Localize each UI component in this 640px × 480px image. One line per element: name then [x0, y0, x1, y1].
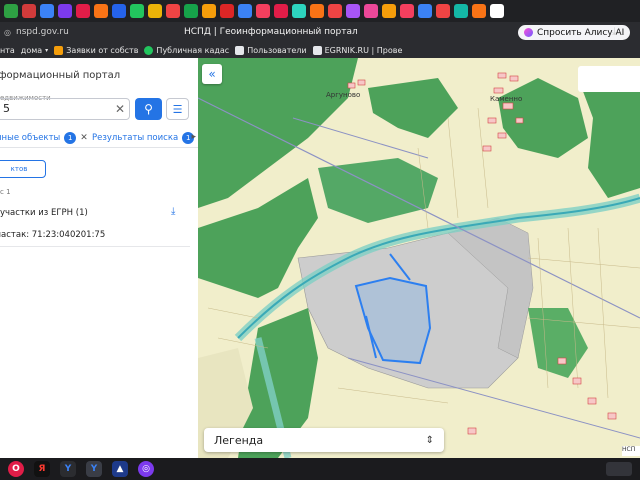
- bookmark-icon: [144, 45, 154, 55]
- tab-search-results[interactable]: Результаты поиска 1 ✕: [92, 132, 206, 144]
- download-icon[interactable]: ⤓: [171, 206, 175, 217]
- page-title: НСПД | Геоинформационный портал: [184, 27, 358, 37]
- chevron-updown-icon: ⇕: [425, 434, 434, 446]
- yandex-browser-icon[interactable]: Y: [60, 461, 76, 477]
- map-view[interactable]: « Аргуново Каменно Легенда ⇕ НСП: [198, 58, 640, 458]
- download-icon[interactable]: ⤓: [612, 25, 617, 39]
- forest-area: [498, 78, 588, 158]
- village-label: Каменно: [490, 95, 523, 103]
- tab-favicon[interactable]: [364, 4, 378, 18]
- lock-icon: ◎: [4, 27, 11, 37]
- double-chevron-left-icon: «: [208, 67, 216, 81]
- filter-button[interactable]: ☰: [166, 98, 189, 120]
- results-tabs: нные объекты 1 ✕ Результаты поиска 1 ✕ ▸: [0, 130, 206, 148]
- tab-favicon[interactable]: [148, 4, 162, 18]
- bookmark-icon: [54, 45, 64, 55]
- yandex-icon[interactable]: Я: [34, 461, 50, 477]
- tab-favicon-active[interactable]: [490, 4, 504, 18]
- photos-icon[interactable]: ▲: [112, 461, 128, 477]
- tab-favicon[interactable]: [454, 4, 468, 18]
- sidebar-panel: формационный портал едвижимости 5 ✕ ⚲ ☰ …: [0, 58, 206, 458]
- search-button[interactable]: ⚲: [135, 98, 162, 120]
- tab-label: Результаты поиска: [92, 133, 179, 143]
- tab-favicon[interactable]: [472, 4, 486, 18]
- address-bar[interactable]: ◎ nspd.gov.ru НСПД | Геоинформационный п…: [0, 22, 640, 42]
- clear-icon[interactable]: ✕: [115, 99, 125, 119]
- bookmark-item[interactable]: Заявки от собств: [54, 45, 138, 55]
- bookmark-item[interactable]: дома ▾: [21, 46, 48, 55]
- tab-favicon[interactable]: [112, 4, 126, 18]
- map-search-box[interactable]: [578, 66, 640, 92]
- search-value: 5: [3, 102, 10, 115]
- bookmark-item[interactable]: Пользователи: [235, 45, 307, 55]
- tab-favicon[interactable]: [130, 4, 144, 18]
- parcel-list-item[interactable]: частак: 71:23:040201:75: [0, 230, 105, 240]
- close-icon[interactable]: ✕: [80, 133, 88, 143]
- tab-favicon[interactable]: [76, 4, 90, 18]
- forest-area: [368, 78, 458, 138]
- browser-tab-strip: [0, 0, 640, 22]
- scale-label: НСП: [622, 446, 640, 456]
- tab-favicon[interactable]: [184, 4, 198, 18]
- yandex-browser-active-icon[interactable]: Y: [86, 461, 102, 477]
- tab-favicon[interactable]: [202, 4, 216, 18]
- village-label: Аргуново: [326, 91, 361, 99]
- tab-favicon[interactable]: [382, 4, 396, 18]
- tab-favicon[interactable]: [328, 4, 342, 18]
- portal-title: формационный портал: [0, 70, 121, 81]
- legend-dropdown[interactable]: Легенда ⇕: [204, 428, 444, 452]
- tab-favicon[interactable]: [40, 4, 54, 18]
- tab-selected-objects[interactable]: нные объекты 1 ✕: [0, 132, 88, 144]
- home-icon: [235, 45, 245, 55]
- tab-favicon[interactable]: [292, 4, 306, 18]
- tab-favicon[interactable]: [256, 4, 270, 18]
- tab-favicon[interactable]: [346, 4, 360, 18]
- forest-area: [318, 158, 438, 223]
- objects-button-label: ктов: [10, 165, 28, 173]
- egrnik-icon: [312, 45, 322, 55]
- opera-icon[interactable]: O: [8, 461, 24, 477]
- forest-area: [528, 308, 588, 378]
- tab-favicon[interactable]: [436, 4, 450, 18]
- messenger-icon[interactable]: ◎: [138, 461, 154, 477]
- objects-button[interactable]: ктов: [0, 160, 46, 178]
- parcels-heading[interactable]: участки из ЕГРН (1): [0, 208, 190, 218]
- chevron-right-icon[interactable]: ▸: [191, 132, 196, 142]
- tab-favicon[interactable]: [94, 4, 108, 18]
- map-canvas[interactable]: [198, 58, 640, 458]
- tab-favicon[interactable]: [274, 4, 288, 18]
- tab-favicon[interactable]: [400, 4, 414, 18]
- tab-favicon[interactable]: [238, 4, 252, 18]
- tab-favicon[interactable]: [4, 4, 18, 18]
- tab-favicon[interactable]: [22, 4, 36, 18]
- search-input[interactable]: 5 ✕: [0, 98, 130, 120]
- system-tray[interactable]: [606, 462, 632, 476]
- filter-icon: ☰: [172, 102, 183, 116]
- alice-icon: [524, 28, 533, 37]
- divider: [0, 246, 190, 247]
- url-text[interactable]: nspd.gov.ru: [16, 27, 69, 37]
- bookmark-item[interactable]: Публичная кадас: [144, 45, 229, 55]
- search-icon: ⚲: [144, 102, 153, 116]
- bookmark-item[interactable]: EGRNIK.RU | Прове: [312, 45, 402, 55]
- collapse-panel-button[interactable]: «: [202, 64, 222, 84]
- tab-favicon[interactable]: [58, 4, 72, 18]
- found-count: с 1: [0, 188, 11, 196]
- taskbar: O Я Y Y ▲ ◎: [0, 458, 640, 480]
- tab-favicon[interactable]: [166, 4, 180, 18]
- tab-label: нные объекты: [0, 133, 61, 143]
- tab-favicon[interactable]: [220, 4, 234, 18]
- bookmark-item[interactable]: нта: [0, 46, 15, 55]
- legend-label: Легенда: [214, 433, 264, 447]
- tab-favicon[interactable]: [310, 4, 324, 18]
- tab-count-badge: 1: [64, 132, 77, 144]
- bookmarks-bar: нта дома ▾ Заявки от собств Публичная кад…: [0, 42, 640, 58]
- tab-favicon[interactable]: [418, 4, 432, 18]
